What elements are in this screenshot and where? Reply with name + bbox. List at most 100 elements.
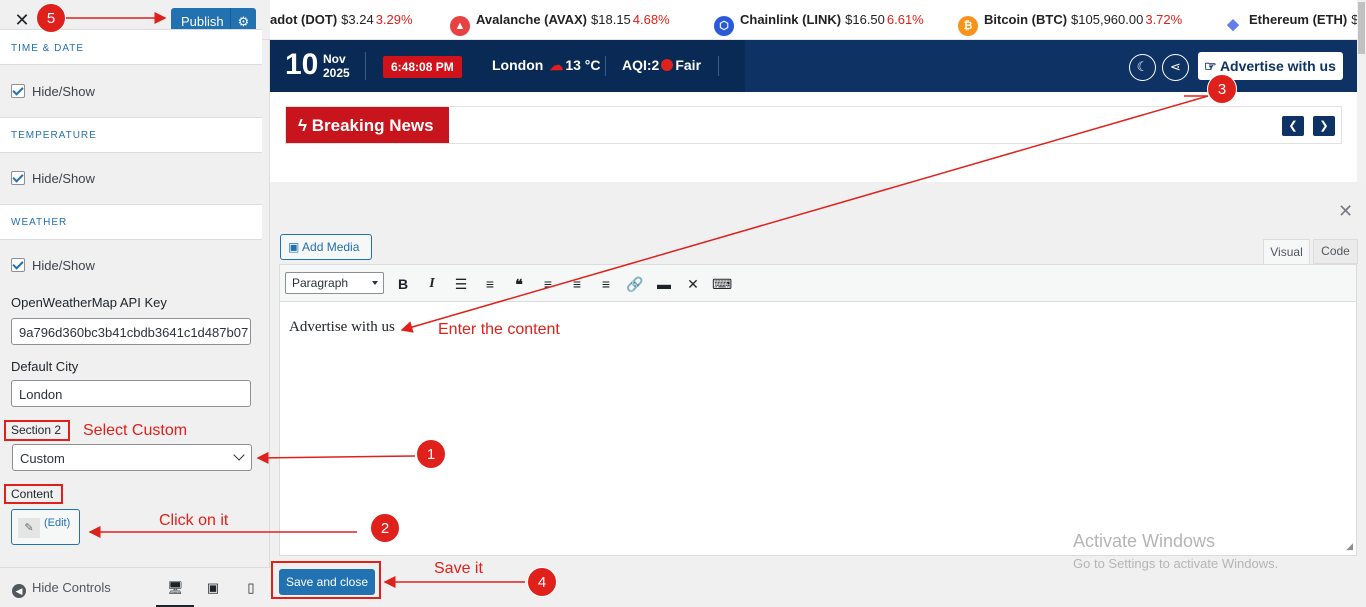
hide-controls-button[interactable]: ◀ Hide Controls (12, 580, 111, 598)
ticker-change: 3.72% (1145, 12, 1183, 27)
content-label: Content (11, 487, 54, 501)
watermark-line2: Go to Settings to activate Windows. (1073, 556, 1279, 571)
aqi-value: AQI:2 (622, 57, 660, 73)
checkbox-icon[interactable] (11, 258, 25, 272)
resize-handle-icon[interactable]: ◢ (1346, 541, 1353, 552)
ticker-item[interactable]: ₿ Bitcoin (BTC) $105,960.00 3.72% (958, 12, 1182, 36)
annotation-click-on-it: Click on it (159, 512, 229, 529)
collapse-icon: ◀ (12, 584, 26, 598)
checkbox-label: Hide/Show (32, 171, 95, 186)
dark-mode-icon[interactable]: ☾ (1129, 54, 1156, 81)
edit-label: (Edit) (44, 517, 71, 529)
align-center-icon[interactable]: ≡ (567, 274, 587, 294)
api-key-input[interactable]: 9a796d360bc3b41cbdb3641c1d487b07 (11, 318, 251, 345)
lightning-icon: ϟ (298, 116, 307, 135)
checkbox-label: Hide/Show (32, 258, 95, 273)
align-right-icon[interactable]: ≡ (596, 274, 616, 294)
avalanche-icon: ▲ (450, 16, 470, 36)
add-media-label: Add Media (302, 240, 360, 254)
read-more-icon[interactable]: ▬ (654, 274, 674, 294)
bitcoin-icon: ₿ (958, 16, 978, 36)
blockquote-icon[interactable]: ❝ (509, 274, 529, 294)
section-title: TIME & DATE (11, 43, 85, 54)
divider (718, 56, 719, 76)
aqi-dot-icon (661, 59, 674, 71)
site-topbar: 10 Nov 2025 6:48:08 PM London ☁ 13 °C AQI:… (270, 40, 1357, 92)
editor-box: Paragraph B I ☰ ≡ ❝ ≡ ≡ ≡ 🔗 ▬ ✕ ⌨ Advert… (279, 264, 1357, 556)
ticker-name: Bitcoin (BTC) (984, 12, 1068, 27)
ticker-item[interactable]: ⬡ Chainlink (LINK) $16.50 6.61% (714, 12, 924, 36)
editor-toolbar: Paragraph B I ☰ ≡ ❝ ≡ ≡ ≡ 🔗 ▬ ✕ ⌨ (280, 265, 1356, 302)
share-icon[interactable]: ⋖ (1162, 54, 1189, 81)
italic-icon[interactable]: I (422, 274, 442, 294)
media-icon: ▣ (288, 240, 300, 254)
cloud-icon: ☁ (549, 57, 564, 73)
next-arrow-icon[interactable]: ❯ (1313, 116, 1335, 136)
editor-content[interactable]: Advertise with us (289, 319, 395, 336)
hide-controls-label: Hide Controls (32, 580, 111, 595)
windows-activation-watermark: Activate Windows Go to Settings to activ… (1073, 531, 1278, 571)
bold-icon[interactable]: B (393, 274, 413, 294)
fullscreen-icon[interactable]: ✕ (683, 274, 703, 294)
close-icon[interactable]: ✕ (1338, 201, 1353, 222)
ticker-item[interactable]: ▲ Avalanche (AVAX) $18.15 4.68% (450, 12, 670, 36)
annotation-badge-5: 5 (36, 3, 66, 33)
format-select[interactable]: Paragraph (285, 272, 384, 294)
date-day: 10 (285, 48, 319, 81)
chainlink-icon: ⬡ (714, 16, 734, 36)
align-left-icon[interactable]: ≡ (538, 274, 558, 294)
breaking-news-label: ϟ Breaking News (286, 107, 449, 143)
ticker-price: $105,960.00 (1071, 12, 1144, 27)
ticker-item[interactable]: ◆ Ethereum (ETH) $ (1223, 12, 1358, 35)
annotation-badge-4: 4 (527, 567, 557, 597)
section-header-temperature[interactable]: TEMPERATURE (0, 117, 262, 153)
annotation-badge-2: 2 (370, 513, 400, 543)
watermark-line1: Activate Windows (1073, 531, 1216, 551)
ticker-name: Avalanche (AVAX) (476, 12, 588, 27)
date-year: 2025 (323, 66, 350, 80)
tab-code[interactable]: Code (1313, 239, 1358, 264)
format-value: Paragraph (292, 276, 349, 290)
breaking-news-section: ϟ Breaking News ❮ ❯ (270, 92, 1357, 182)
desktop-icon[interactable]: 🖥 (167, 580, 184, 596)
checkbox-icon[interactable] (11, 84, 25, 98)
default-city-label: Default City (11, 359, 79, 374)
default-city-input[interactable]: London (11, 380, 251, 407)
section2-select[interactable]: Custom (12, 444, 252, 471)
ticker-name: Chainlink (LINK) (740, 12, 842, 27)
scrollbar-thumb[interactable] (1358, 2, 1365, 54)
section2-value: Custom (20, 451, 65, 466)
divider (605, 56, 606, 76)
annotation-save-it: Save it (434, 560, 483, 577)
tab-visual[interactable]: Visual (1263, 239, 1310, 265)
weather-temp: 13 °C (565, 57, 601, 73)
close-icon[interactable]: ✕ (12, 10, 32, 30)
ticker-item[interactable]: adot (DOT) $3.24 3.29% (270, 12, 413, 27)
chevron-down-icon (233, 449, 245, 461)
weather-city: London (492, 57, 544, 73)
content-edit-button[interactable]: ✎ (Edit) (11, 509, 80, 545)
section-header-time-date[interactable]: TIME & DATE (0, 29, 262, 65)
ticker-name: adot (DOT) (270, 12, 338, 27)
ethereum-icon: ◆ (1223, 15, 1243, 35)
ticker-name: Ethereum (ETH) (1249, 12, 1348, 27)
bullet-list-icon[interactable]: ☰ (451, 274, 471, 294)
numbered-list-icon[interactable]: ≡ (480, 274, 500, 294)
checkbox-icon[interactable] (11, 171, 25, 185)
thumbs-up-icon: ☞ (1204, 58, 1217, 74)
save-and-close-button[interactable]: Save and close (279, 569, 375, 595)
link-icon[interactable]: 🔗 (625, 274, 645, 294)
section-header-weather[interactable]: WEATHER (0, 204, 262, 240)
date-month: Nov (323, 52, 346, 66)
toolbar-toggle-icon[interactable]: ⌨ (712, 274, 732, 294)
tablet-icon[interactable]: ▣ (205, 580, 221, 596)
mobile-icon[interactable]: ▯ (243, 580, 259, 596)
ticker-change: 3.29% (375, 12, 413, 27)
ticker-price: $16.50 (845, 12, 885, 27)
aqi-widget: AQI:2 Fair (622, 57, 701, 73)
prev-arrow-icon[interactable]: ❮ (1282, 116, 1304, 136)
add-media-button[interactable]: ▣ Add Media (280, 234, 372, 260)
crypto-ticker: adot (DOT) $3.24 3.29% ▲ Avalanche (AVAX) $1… (270, 0, 1366, 40)
annotation-badge-1: 1 (416, 439, 446, 469)
weather-widget: London ☁ 13 °C (492, 57, 600, 74)
